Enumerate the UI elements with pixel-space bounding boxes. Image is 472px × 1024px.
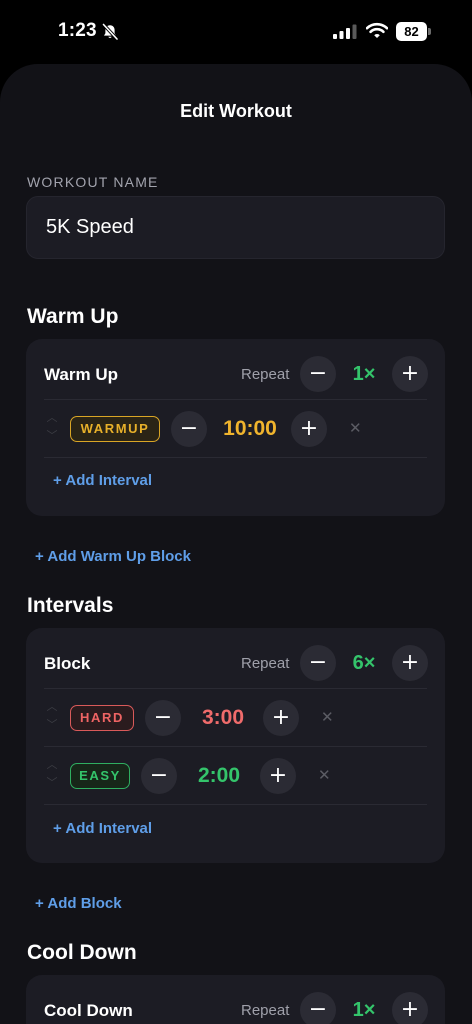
repeat-decrement-button[interactable]: − (300, 645, 336, 681)
add-warm-up-block-link[interactable]: + Add Warm Up Block (35, 548, 191, 565)
status-time: 1:23 (58, 20, 97, 41)
block-name: Block (44, 654, 91, 673)
section-title-cool-down: Cool Down (27, 941, 137, 964)
repeat-label: Repeat (241, 366, 290, 383)
close-icon[interactable]: ✕ (318, 766, 331, 784)
divider (44, 688, 427, 689)
block-name: Warm Up (44, 365, 118, 384)
repeat-decrement-button[interactable]: − (300, 992, 336, 1024)
repeat-increment-button[interactable]: + (392, 992, 428, 1024)
close-icon[interactable]: ✕ (321, 708, 334, 726)
interval-time-decrement-button[interactable]: − (171, 411, 207, 447)
chevron-up-icon[interactable]: ︿ (45, 700, 59, 718)
battery-level: 82 (396, 22, 427, 41)
interval-type-badge-warmup[interactable]: WARMUP (70, 416, 160, 442)
interval-time-increment-button[interactable]: + (260, 758, 296, 794)
intervals-block-card: Block Repeat − 6× + ︿ ﹀ HARD − 3:00 + ✕ … (26, 628, 445, 863)
interval-type-badge-easy[interactable]: EASY (70, 763, 130, 789)
repeat-decrement-button[interactable]: − (300, 356, 336, 392)
chevron-down-icon[interactable]: ﹀ (45, 429, 59, 447)
battery-tip (428, 28, 431, 35)
add-interval-link[interactable]: + Add Interval (53, 820, 152, 837)
repeat-increment-button[interactable]: + (392, 356, 428, 392)
interval-duration: 10:00 (223, 417, 277, 440)
interval-type-badge-hard[interactable]: HARD (70, 705, 134, 731)
reorder-control[interactable]: ︿ ﹀ (45, 411, 59, 447)
divider (44, 399, 427, 400)
interval-duration: 3:00 (201, 706, 245, 729)
reorder-control[interactable]: ︿ ﹀ (45, 700, 59, 736)
add-interval-link[interactable]: + Add Interval (53, 472, 152, 489)
interval-time-increment-button[interactable]: + (263, 700, 299, 736)
interval-time-increment-button[interactable]: + (291, 411, 327, 447)
wifi-icon (366, 22, 388, 38)
section-title-intervals: Intervals (27, 594, 114, 617)
reorder-control[interactable]: ︿ ﹀ (45, 758, 59, 794)
repeat-label: Repeat (241, 655, 290, 672)
repeat-increment-button[interactable]: + (392, 645, 428, 681)
chevron-down-icon[interactable]: ﹀ (45, 776, 59, 794)
add-block-link[interactable]: + Add Block (35, 895, 122, 912)
repeat-count: 1× (352, 999, 376, 1021)
divider (44, 804, 427, 805)
chevron-up-icon[interactable]: ︿ (45, 411, 59, 429)
divider (44, 457, 427, 458)
page-title: Edit Workout (180, 101, 292, 121)
cellular-signal-icon (333, 24, 357, 39)
interval-duration: 2:00 (197, 764, 241, 787)
chevron-down-icon[interactable]: ﹀ (45, 718, 59, 736)
battery-icon: 82 (396, 22, 432, 41)
close-icon[interactable]: ✕ (349, 419, 362, 437)
section-title-warm-up: Warm Up (27, 305, 119, 328)
warm-up-block-card: Warm Up Repeat − 1× + ︿ ﹀ WARMUP − 10:00… (26, 339, 445, 516)
chevron-up-icon[interactable]: ︿ (45, 758, 59, 776)
interval-time-decrement-button[interactable]: − (141, 758, 177, 794)
workout-name-input[interactable] (26, 196, 445, 259)
cool-down-block-card: Cool Down Repeat − 1× + (26, 975, 445, 1024)
workout-name-label: WORKOUT NAME (27, 174, 159, 190)
repeat-count: 1× (352, 363, 376, 385)
block-name: Cool Down (44, 1001, 133, 1020)
interval-time-decrement-button[interactable]: − (145, 700, 181, 736)
repeat-label: Repeat (241, 1002, 290, 1019)
divider (44, 746, 427, 747)
bell-slash-icon (102, 23, 119, 41)
status-bar: 1:23 82 (0, 0, 472, 62)
repeat-count: 6× (352, 652, 376, 674)
